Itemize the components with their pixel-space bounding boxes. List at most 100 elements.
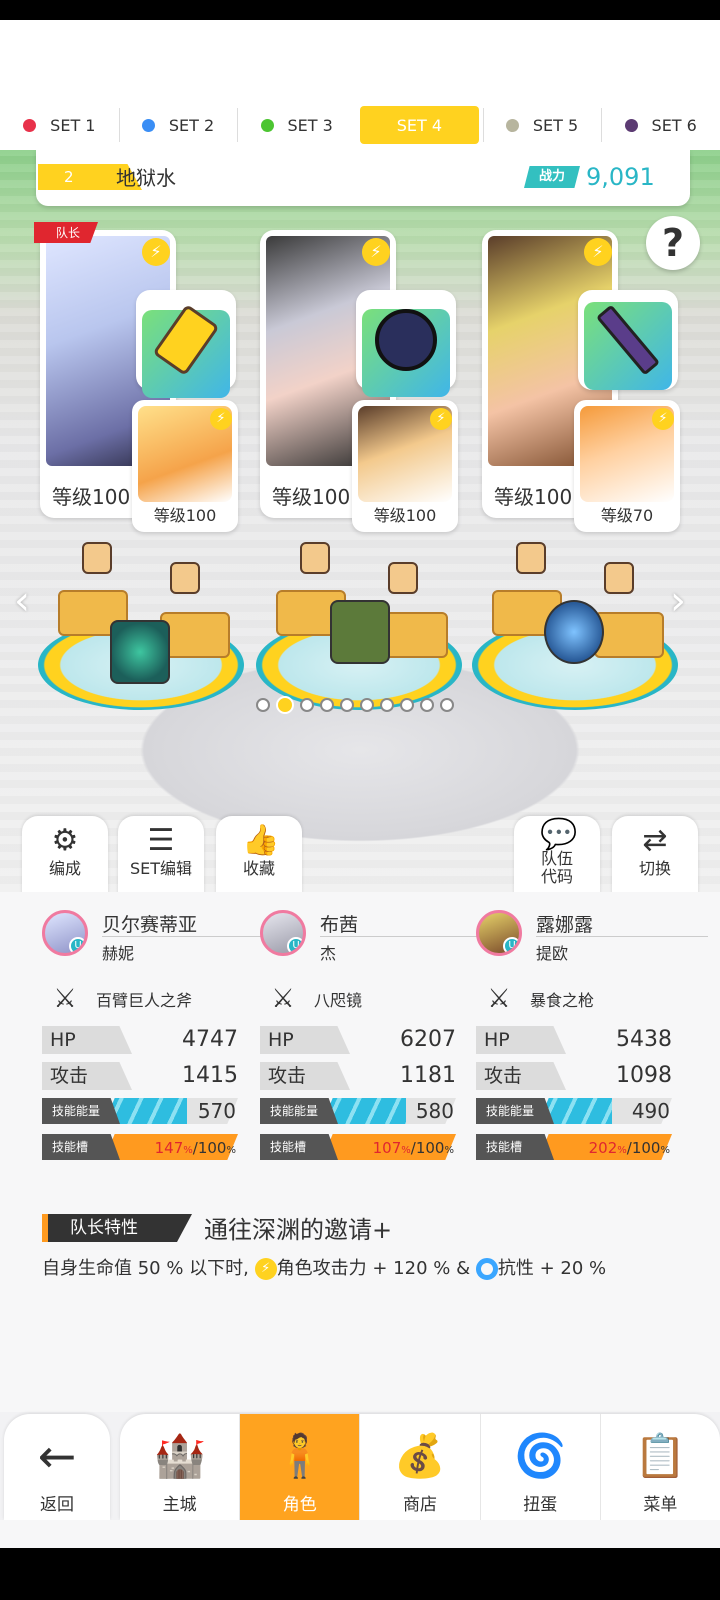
- tab-set-2[interactable]: SET 2: [118, 106, 238, 144]
- percent-sign: %: [660, 1145, 670, 1156]
- page-dot[interactable]: [320, 698, 334, 712]
- slot-row: 技能槽 107%/100%: [260, 1134, 456, 1162]
- tab-set-1[interactable]: SET 1: [0, 106, 119, 144]
- button-label: 编成: [48, 859, 81, 878]
- tab-label: SET 1: [50, 115, 96, 135]
- set-tabs: SET 1 SET 2 SET 3 SET 4 SET 5 SET 6: [0, 100, 720, 150]
- weapon-icon: ⚔: [53, 984, 77, 1014]
- slot-value: 202%/100%: [588, 1139, 670, 1157]
- help-button[interactable]: ?: [646, 216, 700, 270]
- energy-label: 技能能量: [42, 1098, 120, 1124]
- hp-row: HP 6207: [260, 1026, 456, 1054]
- page-dot[interactable]: [360, 698, 374, 712]
- chevron-right-icon[interactable]: ›: [670, 578, 686, 624]
- tab-label: SET 3: [287, 115, 333, 135]
- hp-value: 4747: [182, 1027, 238, 1052]
- lightning-icon: ⚡: [254, 1258, 277, 1280]
- relic-icon: [544, 600, 604, 664]
- nav-label: 主城: [162, 1495, 197, 1515]
- tab-set-6[interactable]: SET 6: [601, 106, 720, 144]
- nav-item-shop[interactable]: 💰 商店: [359, 1414, 479, 1520]
- resistance-icon: [475, 1258, 498, 1280]
- team-code-button[interactable]: 💬 队伍 代码: [514, 816, 600, 892]
- avatar[interactable]: U: [476, 910, 522, 956]
- nav-spacer: [0, 1520, 720, 1548]
- pet-name: 杰: [320, 944, 337, 963]
- slot-pct: 202: [588, 1139, 618, 1157]
- spear-icon: [584, 302, 672, 390]
- nav-group: 🏰 主城 🧍 角色 💰 商店 🌀 扭蛋 📋 菜单: [120, 1414, 720, 1520]
- page-dot[interactable]: [400, 698, 414, 712]
- relic-icon: [110, 620, 170, 684]
- nav-item-gacha[interactable]: 🌀 扭蛋: [479, 1414, 600, 1520]
- hp-row: HP 5438: [476, 1026, 672, 1054]
- relic-icon: [330, 600, 390, 664]
- nav-item-main-city[interactable]: 🏰 主城: [120, 1414, 239, 1520]
- nav-label: 角色: [282, 1495, 317, 1515]
- page-dot[interactable]: [256, 698, 270, 712]
- favorites-button[interactable]: 👍 收藏: [216, 816, 302, 892]
- page-dot[interactable]: [300, 698, 314, 712]
- divider: [536, 936, 708, 937]
- top-spacer: [0, 20, 720, 100]
- pet-level: 等级70: [600, 506, 654, 525]
- mirror-icon: [362, 309, 450, 397]
- leader-skill-description: 自身生命值 50 % 以下时, ⚡ 角色攻击力 + 120 % & 抗性 + 20…: [42, 1254, 606, 1280]
- team-info-bar[interactable]: 2 地狱水 战力 9,091: [36, 150, 690, 206]
- weapon-row: ⚔ 八咫镜: [266, 982, 362, 1016]
- tab-set-3[interactable]: SET 3: [237, 106, 356, 144]
- energy-label: 技能能量: [476, 1098, 554, 1124]
- slot-max: 100: [197, 1139, 227, 1157]
- desc-part: 角色攻击力 + 120 % &: [276, 1258, 471, 1279]
- button-label: SET编辑: [129, 859, 193, 878]
- leader-tag: 队长: [34, 222, 99, 243]
- axe-icon: [142, 303, 230, 398]
- nav-item-menu[interactable]: 📋 菜单: [599, 1414, 720, 1520]
- pet-card-1[interactable]: ⚡ 等级100: [132, 400, 238, 532]
- slot-max: 100: [631, 1139, 661, 1157]
- character-sprite: [300, 542, 330, 574]
- slot-label: 技能槽: [42, 1134, 120, 1160]
- formation-button[interactable]: ⚙ 编成: [22, 816, 108, 892]
- page-dot[interactable]: [340, 698, 354, 712]
- tab-set-4[interactable]: SET 4: [360, 106, 479, 144]
- tab-set-5[interactable]: SET 5: [482, 106, 602, 144]
- weapon-card-3[interactable]: [578, 290, 678, 390]
- pet-card-3[interactable]: ⚡ 等级70: [574, 400, 680, 532]
- page-dot[interactable]: [420, 698, 434, 712]
- character-name: 贝尔赛蒂亚: [102, 914, 198, 936]
- avatar[interactable]: U: [260, 910, 306, 956]
- power-label: 战力: [524, 166, 580, 188]
- chevron-left-icon[interactable]: ‹: [14, 578, 30, 624]
- menu-list-icon: 📋: [634, 1431, 687, 1480]
- avatar[interactable]: U: [42, 910, 88, 956]
- shop-bag-icon: 💰: [393, 1431, 447, 1480]
- page-dot[interactable]: [440, 698, 454, 712]
- switch-button[interactable]: ⇄ 切换: [612, 816, 698, 892]
- list-icon: ☰: [147, 823, 175, 858]
- atk-value: 1415: [182, 1063, 238, 1088]
- desc-part: 抗性 + 20 %: [497, 1258, 607, 1279]
- set-edit-button[interactable]: ☰ SET编辑: [118, 816, 204, 892]
- pet-name: 提欧: [536, 944, 569, 963]
- energy-row: 技能能量 490: [476, 1098, 672, 1126]
- atk-label: 攻击: [476, 1062, 566, 1090]
- weapon-card-2[interactable]: [356, 290, 456, 397]
- weapon-card-1[interactable]: [136, 290, 236, 398]
- divider: [320, 936, 492, 937]
- button-label: 代码: [540, 867, 573, 886]
- tab-label: SET 4: [396, 115, 442, 135]
- pet-card-2[interactable]: ⚡ 等级100: [352, 400, 458, 532]
- button-label: 队伍: [540, 849, 573, 868]
- nav-item-character[interactable]: 🧍 角色: [239, 1414, 360, 1520]
- weapon-row: ⚔ 百臂巨人之斧: [48, 982, 192, 1016]
- back-button[interactable]: ← 返回: [4, 1414, 110, 1520]
- gacha-portal-icon: 🌀: [514, 1431, 567, 1480]
- lightning-icon: ⚡: [652, 408, 674, 430]
- page-dot[interactable]: [380, 698, 394, 712]
- team-name: 地狱水: [116, 166, 176, 190]
- lightning-icon: ⚡: [142, 238, 170, 266]
- switch-icon: ⇄: [642, 823, 668, 858]
- desc-part: 自身生命值 50 % 以下时,: [42, 1258, 249, 1279]
- page-dot[interactable]: [276, 696, 294, 714]
